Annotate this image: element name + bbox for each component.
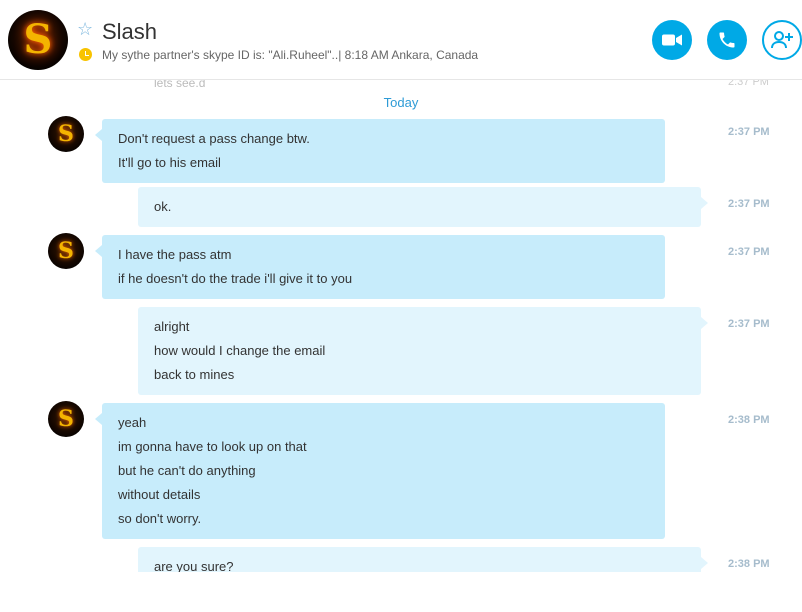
incoming-message[interactable]: I have the pass atm if he doesn't do the… [95, 235, 665, 299]
date-divider: Today [383, 95, 419, 110]
message-line: It'll go to his email [118, 155, 221, 170]
mood-message: My sythe partner's skype ID is: "Ali.Ruh… [102, 48, 479, 62]
sender-avatar[interactable]: S [48, 401, 84, 437]
previous-message-time: 2:37 PM [728, 80, 769, 88]
message-line: how would I change the email [154, 343, 326, 358]
video-camera-icon [662, 34, 682, 46]
incoming-message[interactable]: yeah im gonna have to look up on that bu… [95, 403, 665, 539]
message-time: 2:38 PM [728, 558, 770, 570]
message-line: without details [118, 487, 201, 502]
video-call-button[interactable] [652, 20, 692, 60]
contact-name[interactable]: Slash [102, 19, 157, 45]
add-people-button[interactable] [762, 20, 802, 60]
bottom-area [0, 572, 802, 612]
conversation-header: S ☆ Slash My sythe partner's skype ID is… [0, 0, 802, 80]
outgoing-message[interactable]: ok. [138, 187, 708, 227]
avatar-letter: S [58, 406, 74, 432]
message-time: 2:37 PM [728, 246, 770, 258]
outgoing-message[interactable]: are you sure? [138, 547, 708, 572]
outgoing-message[interactable]: alright how would I change the email bac… [138, 307, 708, 395]
phone-icon [719, 32, 735, 48]
away-status-icon [79, 48, 92, 61]
message-line: ok. [154, 199, 172, 214]
avatar-letter: S [23, 16, 53, 63]
message-line: yeah [118, 415, 147, 430]
message-time: 2:38 PM [728, 414, 770, 426]
sender-avatar[interactable]: S [48, 233, 84, 269]
message-line: but he can't do anything [118, 463, 256, 478]
message-time: 2:37 PM [728, 126, 770, 138]
message-line: so don't worry. [118, 511, 202, 526]
sender-avatar[interactable]: S [48, 116, 84, 152]
message-time: 2:37 PM [728, 198, 770, 210]
message-line: are you sure? [154, 559, 234, 572]
incoming-message[interactable]: Don't request a pass change btw. It'll g… [95, 119, 665, 183]
message-time: 2:37 PM [728, 318, 770, 330]
message-line: I have the pass atm [118, 247, 232, 262]
previous-message-fragment: lets see.d [154, 80, 206, 90]
message-line: alright [154, 319, 190, 334]
message-line: back to mines [154, 367, 235, 382]
message-line: Don't request a pass change btw. [118, 131, 310, 146]
message-line: im gonna have to look up on that [118, 439, 307, 454]
message-line: if he doesn't do the trade i'll give it … [118, 271, 353, 286]
favorite-star-icon[interactable]: ☆ [77, 20, 93, 38]
add-contact-icon [771, 31, 793, 49]
avatar-letter: S [58, 121, 74, 147]
avatar-letter: S [58, 238, 74, 264]
audio-call-button[interactable] [707, 20, 747, 60]
message-list[interactable]: lets see.d 2:37 PM Today S Don't request… [0, 80, 802, 572]
contact-avatar[interactable]: S [8, 10, 68, 70]
